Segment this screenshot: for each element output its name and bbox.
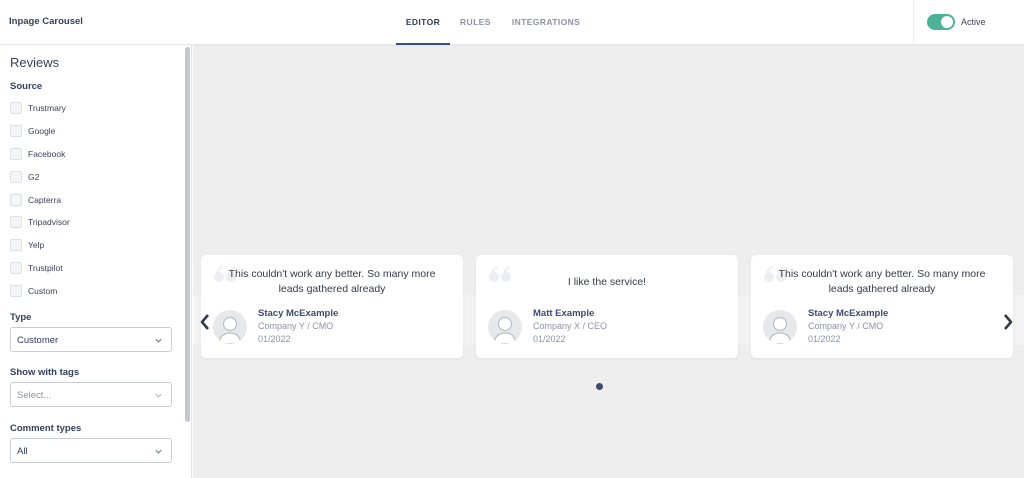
avatar	[213, 310, 247, 344]
source-item-custom[interactable]: Custom	[10, 279, 70, 302]
trustmary-checkbox[interactable]	[10, 102, 22, 115]
tags-select-placeholder: Select...	[17, 390, 52, 401]
review-card: I like the service! Matt Example Company…	[476, 255, 738, 358]
review-date: 01/2022	[808, 334, 841, 344]
comment-types-label: Comment types	[10, 423, 82, 434]
tab-rules[interactable]: RULES	[460, 0, 491, 45]
review-date: 01/2022	[533, 334, 566, 344]
type-select[interactable]: Customer	[10, 327, 172, 352]
review-text: This couldn't work any better. So many m…	[228, 268, 436, 295]
toggle-knob	[941, 16, 953, 28]
source-label-yelp: Yelp	[28, 240, 45, 251]
source-item-facebook[interactable]: Facebook	[10, 143, 70, 166]
type-select-value: Customer	[17, 335, 59, 346]
source-label-custom: Custom	[28, 285, 58, 296]
trustpilot-checkbox[interactable]	[10, 261, 22, 274]
source-item-google[interactable]: Google	[10, 120, 70, 143]
tab-integrations[interactable]: INTEGRATIONS	[512, 0, 580, 45]
status-label: Active	[961, 17, 986, 27]
active-toggle[interactable]	[927, 14, 955, 30]
review-date: 01/2022	[258, 334, 291, 344]
facebook-checkbox[interactable]	[10, 147, 22, 160]
source-item-tripadvisor[interactable]: Tripadvisor	[10, 211, 70, 234]
sidebar-title: Reviews	[10, 55, 60, 70]
source-label-facebook: Facebook	[28, 148, 66, 159]
tripadvisor-checkbox[interactable]	[10, 216, 22, 229]
tags-select[interactable]: Select...	[10, 382, 172, 407]
reviewer-name: Stacy McExample	[258, 308, 339, 319]
reviewer-company: Company Y / CMO	[808, 321, 884, 331]
person-icon	[218, 316, 242, 344]
reviewer-company: Company Y / CMO	[258, 321, 334, 331]
reviewer-name: Matt Example	[533, 308, 595, 319]
top-bar: Inpage Carousel EDITOR RULES INTEGRATION…	[0, 0, 1024, 45]
reviewer-name: Stacy McExample	[808, 308, 889, 319]
reviewer-company: Company X / CEO	[533, 321, 608, 331]
capterra-checkbox[interactable]	[10, 193, 22, 206]
sidebar: Reviews Source Trustmary Google Facebook…	[0, 45, 192, 478]
comment-types-value: All	[17, 446, 28, 457]
source-item-capterra[interactable]: Capterra	[10, 188, 70, 211]
tab-editor[interactable]: EDITOR	[396, 0, 450, 45]
chevron-down-icon	[155, 338, 162, 343]
chevron-right-icon[interactable]	[1001, 313, 1015, 331]
google-checkbox[interactable]	[10, 125, 22, 138]
source-item-trustpilot[interactable]: Trustpilot	[10, 257, 70, 280]
preview-canvas: This couldn't work any better. So many m…	[193, 45, 1024, 478]
comment-types-select[interactable]: All	[10, 438, 172, 463]
source-item-g2[interactable]: G2	[10, 165, 70, 188]
chevron-down-icon	[155, 449, 162, 454]
app-title: Inpage Carousel	[9, 16, 83, 27]
review-card: This couldn't work any better. So many m…	[751, 255, 1013, 358]
source-list: Trustmary Google Facebook G2 Capterra Tr…	[10, 97, 70, 302]
source-label-google: Google	[28, 126, 56, 137]
source-label-trustmary: Trustmary	[28, 103, 66, 114]
source-label-trustpilot: Trustpilot	[28, 262, 63, 273]
avatar	[488, 310, 522, 344]
tab-bar: EDITOR RULES INTEGRATIONS	[396, 0, 580, 45]
review-card: This couldn't work any better. So many m…	[201, 255, 463, 358]
status-area: Active	[913, 0, 1024, 45]
custom-checkbox[interactable]	[10, 284, 22, 297]
person-icon	[493, 316, 517, 344]
source-item-trustmary[interactable]: Trustmary	[10, 97, 70, 120]
source-label-g2: G2	[28, 171, 40, 182]
sidebar-scrollbar[interactable]	[185, 47, 190, 422]
review-text: I like the service!	[567, 276, 647, 288]
chevron-left-icon[interactable]	[198, 313, 212, 331]
chevron-down-icon	[155, 393, 162, 398]
source-item-yelp[interactable]: Yelp	[10, 234, 70, 257]
tags-label: Show with tags	[10, 367, 80, 378]
review-text: This couldn't work any better. So many m…	[778, 268, 986, 295]
source-label-capterra: Capterra	[28, 194, 62, 205]
type-label: Type	[10, 312, 32, 323]
person-icon	[768, 316, 792, 344]
pagination-dot[interactable]	[596, 383, 603, 390]
g2-checkbox[interactable]	[10, 170, 22, 183]
source-label-tripadvisor: Tripadvisor	[28, 217, 70, 228]
avatar	[763, 310, 797, 344]
source-label: Source	[10, 81, 43, 92]
yelp-checkbox[interactable]	[10, 239, 22, 252]
